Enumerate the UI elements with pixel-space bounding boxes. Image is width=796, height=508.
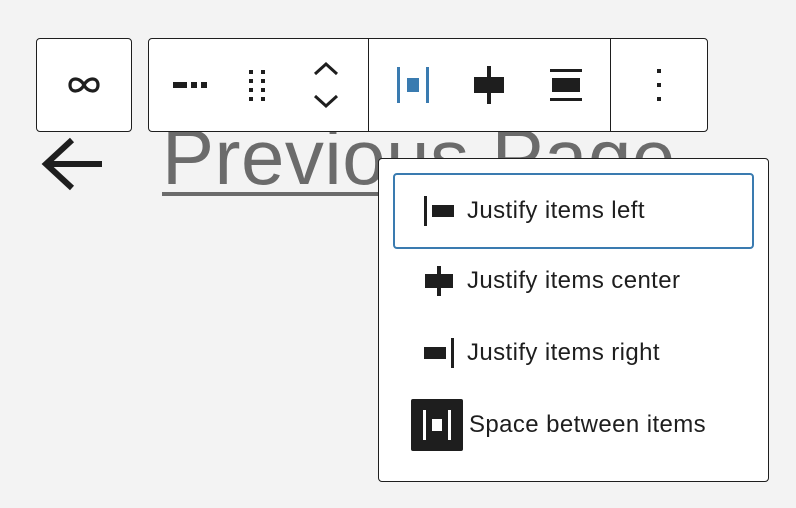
menu-item-label: Space between items — [469, 411, 707, 438]
justify-center-icon — [421, 263, 457, 299]
block-type-group — [36, 38, 132, 132]
block-type-button[interactable] — [54, 55, 114, 115]
orientation-button[interactable] — [536, 55, 596, 115]
editor-canvas: Previous Page Justify items left Justify… — [0, 0, 796, 508]
move-up-down-button[interactable] — [296, 55, 356, 115]
menu-item-justify-center[interactable]: Justify items center — [393, 245, 754, 317]
justify-center-button[interactable] — [459, 55, 519, 115]
justify-center-icon — [474, 66, 505, 104]
menu-item-justify-right[interactable]: Justify items right — [393, 317, 754, 389]
arrow-left-icon — [41, 137, 102, 191]
drag-handle-button[interactable] — [228, 55, 288, 115]
menu-item-label: Justify items right — [467, 339, 660, 366]
justification-menu: Justify items left Justify items center … — [378, 158, 769, 482]
menu-item-label: Justify items center — [467, 267, 681, 294]
toolbar-move-section — [149, 39, 368, 131]
justify-space-between-button[interactable] — [383, 55, 443, 115]
block-toolbar — [148, 38, 708, 132]
justify-right-icon — [421, 335, 457, 371]
toolbar-options-section — [610, 39, 707, 131]
justify-space-between-icon — [397, 67, 430, 103]
link-icon — [68, 77, 100, 93]
menu-item-justify-left[interactable]: Justify items left — [393, 173, 754, 249]
separator-dashes-icon — [172, 82, 207, 88]
stretch-horizontal-icon — [549, 69, 582, 101]
menu-item-label: Justify items left — [467, 197, 645, 224]
separator-style-button[interactable] — [161, 55, 221, 115]
toolbar-justify-section — [368, 39, 610, 131]
menu-item-space-between[interactable]: Space between items — [393, 389, 754, 461]
more-vertical-icon — [657, 69, 661, 101]
justify-left-icon — [421, 193, 457, 229]
drag-handle-icon — [249, 70, 266, 101]
justify-space-between-icon — [411, 399, 463, 451]
chevron-up-down-icon — [314, 61, 339, 109]
more-options-button[interactable] — [629, 55, 689, 115]
